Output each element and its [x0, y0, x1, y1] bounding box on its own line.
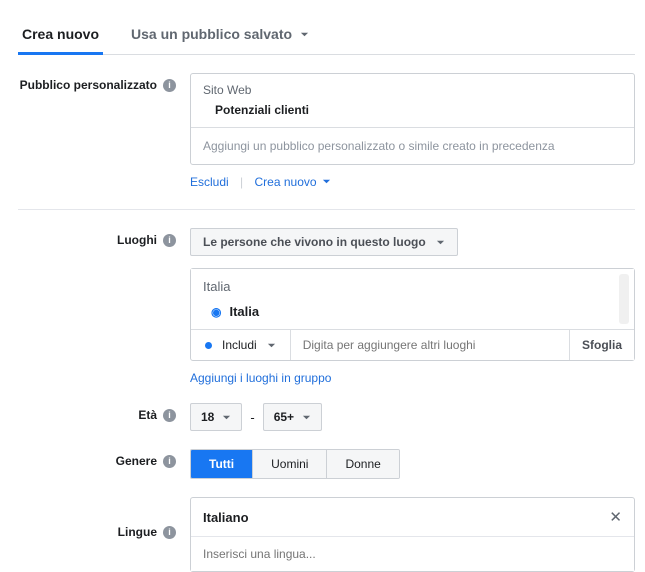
section-divider	[18, 209, 635, 210]
gender-label: Genere i	[18, 449, 190, 468]
chevron-down-icon	[222, 413, 231, 422]
chevron-down-icon	[267, 341, 276, 350]
exclude-link[interactable]: Escludi	[190, 175, 229, 189]
languages-label: Lingue i	[18, 497, 190, 539]
include-label: Includi	[222, 338, 257, 352]
label-text: Lingue	[118, 525, 157, 539]
languages-row: Lingue i Italiano ✕	[18, 497, 635, 572]
label-text: Pubblico personalizzato	[20, 78, 157, 92]
info-icon[interactable]: i	[163, 455, 176, 468]
age-label: Età i	[18, 403, 190, 422]
info-icon[interactable]: i	[163, 79, 176, 92]
custom-audience-row: Pubblico personalizzato i Sito Web Poten…	[18, 73, 635, 189]
audience-source: Sito Web	[203, 83, 622, 97]
age-max-value: 65+	[274, 410, 294, 424]
language-name: Italiano	[203, 510, 249, 525]
locations-list: Italia ◉ Italia	[191, 269, 634, 329]
locations-row: Luoghi i Le persone che vivono in questo…	[18, 228, 635, 385]
language-input[interactable]	[191, 536, 634, 571]
tab-saved-label: Usa un pubblico salvato	[131, 26, 292, 42]
gender-segmented: Tutti Uomini Donne	[190, 449, 400, 479]
bullet-icon	[205, 342, 212, 349]
info-icon[interactable]: i	[163, 409, 176, 422]
locations-label: Luoghi i	[18, 228, 190, 247]
link-divider: |	[240, 175, 243, 189]
locations-box: Italia ◉ Italia Includi Sfoglia	[190, 268, 635, 361]
location-item[interactable]: ◉ Italia	[203, 304, 622, 319]
label-text: Luoghi	[117, 233, 157, 247]
audience-name: Potenziali clienti	[203, 103, 622, 117]
location-mode-label: Le persone che vivono in questo luogo	[203, 235, 426, 249]
tab-create-new[interactable]: Crea nuovo	[18, 20, 103, 54]
audience-tabs: Crea nuovo Usa un pubblico salvato	[18, 20, 635, 55]
location-input-row: Includi Sfoglia	[191, 329, 634, 360]
custom-audience-input[interactable]: Aggiungi un pubblico personalizzato o si…	[191, 127, 634, 164]
label-text: Genere	[116, 454, 157, 468]
gender-row: Genere i Tutti Uomini Donne	[18, 449, 635, 479]
location-group: Italia	[203, 279, 622, 294]
age-min-select[interactable]: 18	[190, 403, 242, 431]
custom-audience-item[interactable]: Sito Web Potenziali clienti	[191, 74, 634, 127]
gender-men[interactable]: Uomini	[252, 450, 326, 478]
custom-audience-label: Pubblico personalizzato i	[18, 73, 190, 92]
chevron-down-icon	[322, 177, 331, 186]
create-new-link[interactable]: Crea nuovo	[255, 175, 331, 189]
location-mode-select[interactable]: Le persone che vivono in questo luogo	[190, 228, 458, 256]
close-icon[interactable]: ✕	[609, 508, 622, 526]
chevron-down-icon	[436, 238, 445, 247]
info-icon[interactable]: i	[163, 526, 176, 539]
custom-audience-panel: Sito Web Potenziali clienti Aggiungi un …	[190, 73, 635, 165]
chevron-down-icon	[300, 26, 309, 42]
browse-button[interactable]: Sfoglia	[570, 330, 634, 360]
custom-audience-links: Escludi | Crea nuovo	[190, 175, 635, 189]
label-text: Età	[138, 408, 157, 422]
location-text-input[interactable]	[290, 330, 570, 360]
age-separator: -	[250, 410, 254, 425]
age-max-select[interactable]: 65+	[263, 403, 322, 431]
language-item[interactable]: Italiano ✕	[191, 498, 634, 536]
location-item-name: Italia	[229, 304, 259, 319]
gender-all[interactable]: Tutti	[191, 450, 252, 478]
create-new-label: Crea nuovo	[255, 175, 317, 189]
info-icon[interactable]: i	[163, 234, 176, 247]
age-min-value: 18	[201, 410, 214, 424]
pin-icon: ◉	[211, 305, 221, 319]
gender-women[interactable]: Donne	[326, 450, 398, 478]
add-bulk-locations-link[interactable]: Aggiungi i luoghi in gruppo	[190, 371, 331, 385]
chevron-down-icon	[302, 413, 311, 422]
tab-saved-audience[interactable]: Usa un pubblico salvato	[127, 20, 313, 54]
age-row: Età i 18 - 65+	[18, 403, 635, 431]
languages-box: Italiano ✕	[190, 497, 635, 572]
include-dropdown[interactable]: Includi	[191, 330, 290, 360]
